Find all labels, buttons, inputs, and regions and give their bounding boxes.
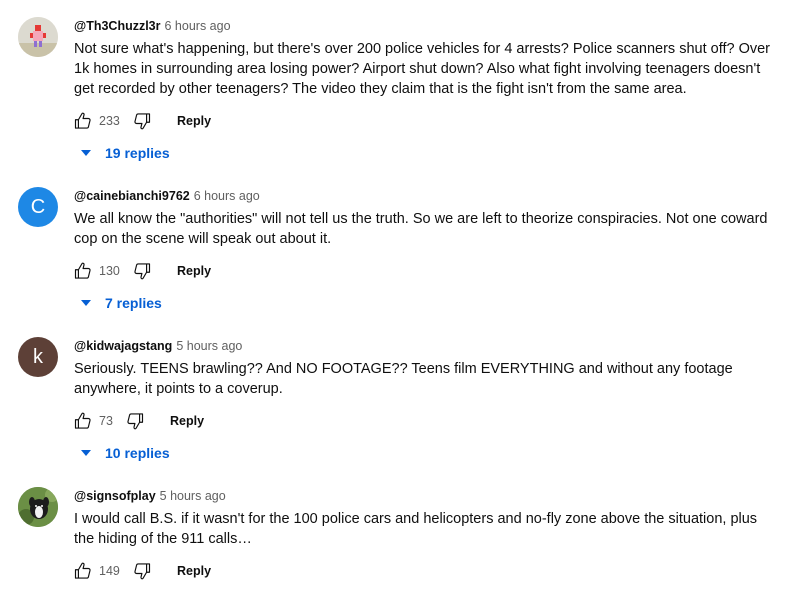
dislike-button[interactable] [124,410,146,432]
comment-author[interactable]: @signsofplay [74,489,156,503]
comment-text: I would call B.S. if it wasn't for the 1… [74,511,758,547]
dislike-button[interactable] [131,560,153,582]
like-button[interactable] [72,560,94,582]
like-button[interactable] [72,260,94,282]
pixel-character-avatar-icon [18,17,58,57]
comment-time[interactable]: 5 hours ago [160,489,226,503]
thumb-up-icon [73,261,93,281]
thumb-down-icon [125,411,145,431]
comment-time[interactable]: 6 hours ago [165,19,231,33]
thumb-up-icon [73,561,93,581]
view-replies-button[interactable]: 19 replies [78,141,170,165]
caret-down-icon [81,150,91,156]
comment-author[interactable]: @kidwajagstang [74,339,172,353]
like-count: 73 [99,414,113,428]
comment-header: @signsofplay 5 hours ago [74,487,226,505]
like-count: 149 [99,564,120,578]
comment-author[interactable]: @cainebianchi9762 [74,189,190,203]
thumb-down-icon [132,261,152,281]
thumb-up-icon [73,411,93,431]
comment-text: Not sure what's happening, but there's o… [74,41,771,97]
caret-down-icon [81,450,91,456]
view-replies-button[interactable]: 7 replies [78,291,162,315]
comment-text: We all know the "authorities" will not t… [74,211,768,247]
reply-button[interactable]: Reply [170,414,204,428]
comment-author[interactable]: @Th3Chuzzl3r [74,19,161,33]
comment-actions: 149 Reply [72,559,211,583]
dog-photo-avatar-icon [18,487,58,527]
comment-actions: 130 Reply [72,259,211,283]
user-avatar[interactable]: C [18,187,58,227]
avatar-letter: C [30,195,46,218]
replies-count-label: 19 replies [105,145,170,161]
comment-header: @Th3Chuzzl3r 6 hours ago [74,17,231,35]
comment-actions: 73 Reply [72,409,204,433]
replies-count-label: 10 replies [105,445,170,461]
like-button[interactable] [72,110,94,132]
replies-count-label: 7 replies [105,295,162,311]
avatar-letter: k [33,345,43,368]
comment-text: Seriously. TEENS brawling?? And NO FOOTA… [74,361,733,397]
comment-actions: 233 Reply [72,109,211,133]
user-avatar[interactable] [18,487,58,527]
comment-time[interactable]: 5 hours ago [176,339,242,353]
like-count: 233 [99,114,120,128]
user-avatar[interactable] [18,17,58,57]
user-avatar[interactable]: k [18,337,58,377]
reply-button[interactable]: Reply [177,264,211,278]
thumb-up-icon [73,111,93,131]
thumb-down-icon [132,111,152,131]
reply-button[interactable]: Reply [177,564,211,578]
comment-header: @cainebianchi9762 6 hours ago [74,187,260,205]
dislike-button[interactable] [131,110,153,132]
dislike-button[interactable] [131,260,153,282]
view-replies-button[interactable]: 10 replies [78,441,170,465]
like-button[interactable] [72,410,94,432]
comment-time[interactable]: 6 hours ago [194,189,260,203]
caret-down-icon [81,300,91,306]
thumb-down-icon [132,561,152,581]
like-count: 130 [99,264,120,278]
comment-header: @kidwajagstang 5 hours ago [74,337,242,355]
reply-button[interactable]: Reply [177,114,211,128]
